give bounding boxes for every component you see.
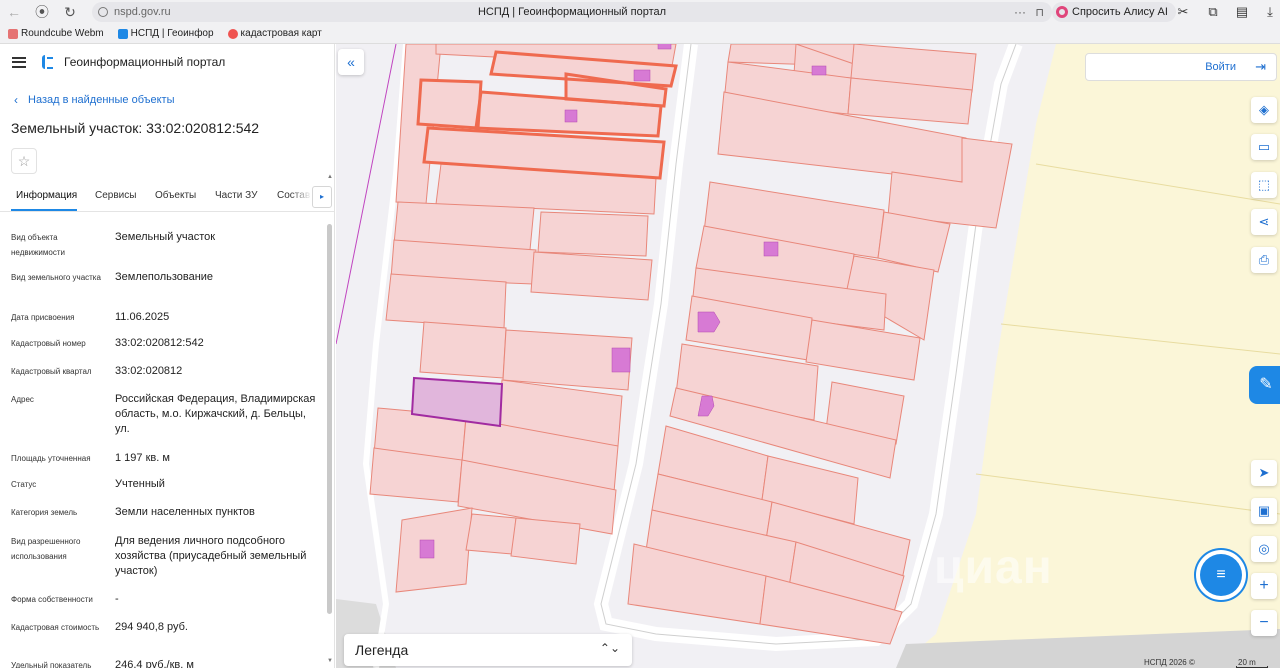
property-label: Форма собственности xyxy=(11,595,93,604)
login-button[interactable]: Войти ⇥ xyxy=(1085,53,1277,81)
bookmark-nspd[interactable]: НСПД | Геоинфор xyxy=(117,28,214,39)
screenshot-icon[interactable]: ▤ xyxy=(1234,4,1250,20)
property-value: Землепользование xyxy=(115,271,214,283)
property-label: Статус xyxy=(11,480,37,489)
login-label: Войти xyxy=(1205,61,1236,73)
more-icon[interactable]: ··· xyxy=(1014,5,1026,19)
property-label: Вид объекта недвижимости xyxy=(11,233,65,257)
tab-services[interactable]: Сервисы xyxy=(95,190,136,201)
alice-button[interactable]: Спросить Алису AI xyxy=(1052,2,1176,22)
tab-title: НСПД | Геоинформационный портал xyxy=(477,6,667,18)
tab-parts[interactable]: Части ЗУ xyxy=(215,190,257,201)
property-value: 33:02:020812:542 xyxy=(115,337,204,349)
back-arrow-icon[interactable]: ← xyxy=(0,0,28,24)
address-bar[interactable]: nspd.gov.ru НСПД | Геоинформационный пор… xyxy=(92,2,1052,22)
print-icon[interactable]: ⎙ xyxy=(1251,247,1277,273)
panel-header: Геоинформационный портал xyxy=(0,44,334,80)
property-label: Категория земель xyxy=(11,508,78,517)
yandex-icon[interactable]: ⦿ xyxy=(28,0,56,24)
bookmark-cadastral-map[interactable]: кадастровая карт xyxy=(227,28,322,39)
back-link[interactable]: ‹ Назад в найденные объекты xyxy=(14,93,175,107)
property-label: Удельный показатель xyxy=(11,661,92,668)
active-tab-indicator xyxy=(11,209,77,211)
feedback-icon[interactable]: ✎ xyxy=(1249,366,1280,404)
property-value: 33:02:020812 xyxy=(115,365,183,377)
legend-toggle[interactable]: Легенда ⌃⌄ xyxy=(344,634,632,666)
tab-info[interactable]: Информация xyxy=(16,190,77,201)
property-value: 246,4 руб./кв. м xyxy=(115,659,194,668)
scroll-down-icon[interactable]: ▼ xyxy=(327,658,333,664)
alice-icon xyxy=(1056,6,1068,18)
yandex-icon xyxy=(227,28,238,39)
property-label: Вид разрешенного использования xyxy=(11,537,81,561)
menu-icon[interactable] xyxy=(12,56,26,68)
copyright: НСПД 2026 © xyxy=(1144,658,1195,667)
legend-label: Легенда xyxy=(355,642,409,658)
property-label: Адрес xyxy=(11,395,34,404)
property-value: 1 197 кв. м xyxy=(115,452,170,464)
property-value: Для ведения личного подсобного хозяйства… xyxy=(115,535,307,577)
nspd-icon xyxy=(117,28,128,39)
property-value: Учтенный xyxy=(115,478,165,490)
select-area-icon[interactable]: ⬚ xyxy=(1251,172,1277,198)
info-panel: Геоинформационный портал ‹ Назад в найде… xyxy=(0,44,335,668)
tab-fade xyxy=(290,184,312,211)
property-value: Земельный участок xyxy=(115,231,216,243)
minimap-icon[interactable]: ▣ xyxy=(1251,498,1277,524)
download-icon[interactable]: ⤓ xyxy=(1262,4,1278,20)
roundcube-icon xyxy=(8,28,18,39)
bookmarks-bar: Roundcube Webm НСПД | Геоинфор кадастров… xyxy=(0,24,1280,44)
property-label: Кадастровый номер xyxy=(11,339,86,348)
property-label: Площадь уточненная xyxy=(11,454,91,463)
collapse-panel-button[interactable]: « xyxy=(338,49,364,75)
zoom-in-icon[interactable]: + xyxy=(1251,573,1277,599)
back-link-label: Назад в найденные объекты xyxy=(28,94,175,106)
portal-title: Геоинформационный портал xyxy=(64,55,226,69)
chat-button[interactable]: ≡ xyxy=(1200,554,1242,596)
property-value: - xyxy=(115,593,119,605)
favorite-star-icon[interactable]: ☆ xyxy=(11,148,37,174)
chevron-updown-icon: ⌃⌄ xyxy=(599,641,620,655)
watermark: циан xyxy=(934,541,1053,594)
tab-objects[interactable]: Объекты xyxy=(155,190,196,201)
bookmark-icon[interactable]: ⊓ xyxy=(1035,6,1044,19)
property-label: Вид земельного участка xyxy=(11,273,101,282)
scroll-up-icon[interactable]: ▲ xyxy=(327,174,333,180)
login-icon: ⇥ xyxy=(1255,59,1266,74)
property-value: 294 940,8 руб. xyxy=(115,621,188,633)
page-title: Земельный участок: 33:02:020812:542 xyxy=(11,120,260,136)
puzzle-icon[interactable]: ⧉ xyxy=(1205,4,1221,20)
property-label: Дата присвоения xyxy=(11,313,75,322)
chevron-left-icon: ‹ xyxy=(14,93,18,107)
map-view[interactable]: циан xyxy=(336,44,1280,668)
tab-bar: Информация Сервисы Объекты Части ЗУ Сост… xyxy=(0,184,334,212)
extension-icon[interactable]: ✂ xyxy=(1175,4,1191,20)
portal-logo-icon xyxy=(42,55,54,69)
navigate-icon[interactable]: ➤ xyxy=(1251,460,1277,486)
alice-label: Спросить Алису AI xyxy=(1072,6,1168,18)
property-label: Кадастровая стоимость xyxy=(11,623,100,632)
share-icon[interactable]: ⋖ xyxy=(1251,209,1277,235)
property-value: 11.06.2025 xyxy=(115,311,170,323)
layers-icon[interactable]: ◈ xyxy=(1251,97,1277,123)
property-value: Российская Федерация, Владимирская облас… xyxy=(115,393,316,435)
property-label: Кадастровый квартал xyxy=(11,367,92,376)
reload-icon[interactable]: ↻ xyxy=(56,0,84,24)
locate-icon[interactable]: ◎ xyxy=(1251,536,1277,562)
ruler-icon[interactable]: ▭ xyxy=(1251,134,1277,160)
cadastral-map[interactable] xyxy=(336,44,1280,668)
bookmark-roundcube[interactable]: Roundcube Webm xyxy=(8,28,104,39)
tab-scroll-right-icon[interactable]: ▸ xyxy=(312,186,332,208)
property-value: Земли населенных пунктов xyxy=(115,506,255,518)
zoom-out-icon[interactable]: − xyxy=(1251,610,1277,636)
scrollbar-thumb[interactable] xyxy=(327,224,332,614)
